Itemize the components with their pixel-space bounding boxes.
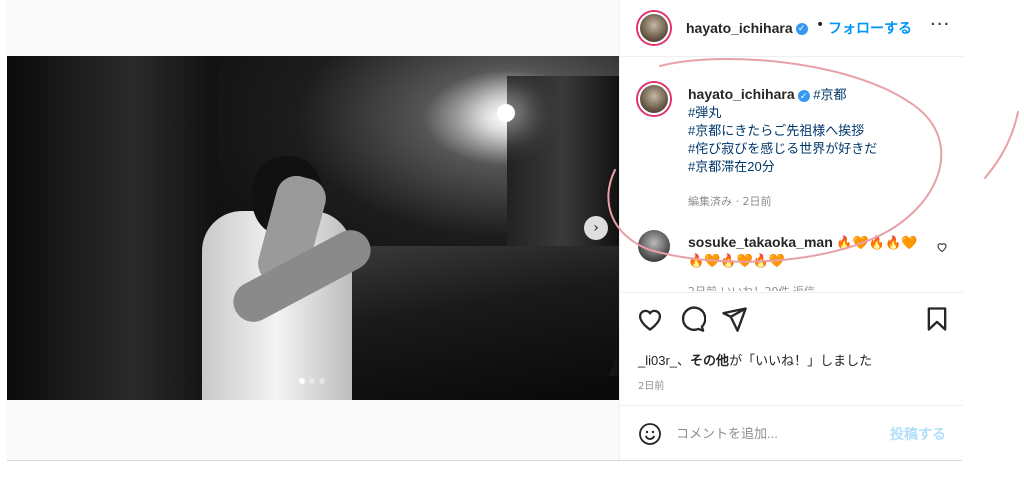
author-username[interactable]: hayato_ichihara (686, 20, 793, 36)
comments-list[interactable]: hayato_ichihara ✓ #京都 #弾丸 #京都にきたらご先祖様へ挨拶 … (620, 57, 963, 291)
post-timestamp[interactable]: 2日前 (638, 377, 664, 392)
action-bar (620, 292, 963, 349)
caption-meta: 編集済み · 2日前 (688, 195, 772, 208)
likes-suffix: が「いいね！」しました (729, 353, 873, 368)
comment-input[interactable] (676, 422, 876, 444)
paper-plane-icon[interactable] (720, 305, 748, 333)
caption-author-avatar[interactable] (638, 83, 670, 115)
commenter-username[interactable]: sosuke_takaoka_man (688, 234, 833, 250)
hashtag-link[interactable]: #京都にきたらご先祖様へ挨拶 (688, 123, 864, 138)
author-name-group: hayato_ichihara ✓ (686, 18, 808, 37)
hashtag-link[interactable]: #弾丸 (688, 105, 721, 120)
carousel-dot-1 (299, 378, 305, 384)
post-media: › (7, 0, 619, 460)
header-separator: • (816, 17, 825, 33)
hashtag-link[interactable]: #侘び寂びを感じる世界が好きだ (688, 141, 877, 156)
caption-username[interactable]: hayato_ichihara (688, 86, 795, 102)
hashtag-link[interactable]: #京都滞在20分 (688, 159, 775, 174)
verified-badge-icon: ✓ (797, 89, 810, 102)
post-sidebar: hayato_ichihara ✓ • フォローする ··· hayato_ich… (619, 0, 963, 460)
heart-icon[interactable] (636, 305, 664, 333)
hashtag-link[interactable]: #京都 (813, 87, 846, 102)
likes-others-link[interactable]: その他 (690, 353, 729, 368)
carousel-dots (299, 378, 325, 384)
caption-text: hayato_ichihara ✓ #京都 #弾丸 #京都にきたらご先祖様へ挨拶 … (688, 85, 948, 176)
verified-badge-icon: ✓ (795, 22, 808, 35)
photo-person (182, 156, 382, 400)
photo-street-lamp (497, 104, 515, 122)
follow-button[interactable]: フォローする (828, 18, 912, 38)
bookmark-icon[interactable] (923, 305, 951, 333)
likes-separator: 、 (677, 353, 691, 368)
commenter-avatar[interactable] (638, 230, 670, 262)
post-dialog: › hayato_ichihara ✓ • フォローする ··· hayato_i… (7, 0, 963, 461)
comment-meta: 2日前 いいね！20件 返信 (688, 283, 815, 291)
post-header: hayato_ichihara ✓ • フォローする ··· (620, 0, 963, 57)
smiley-icon[interactable] (638, 422, 662, 446)
comment-text: sosuke_takaoka_man 🔥🧡🔥🔥🧡🔥🧡🔥🧡🔥🧡 (688, 233, 928, 270)
comment-like-heart-icon[interactable] (936, 241, 948, 253)
carousel-dot-3 (319, 378, 325, 384)
post-comment-button[interactable]: 投稿する (890, 424, 946, 444)
more-options-icon[interactable]: ··· (930, 14, 950, 35)
likes-summary: _li03r_、その他が「いいね！」しました (638, 350, 872, 369)
carousel-dot-2 (309, 378, 315, 384)
author-avatar[interactable] (638, 12, 670, 44)
post-photo[interactable] (7, 56, 619, 400)
liker-username[interactable]: _li03r_ (638, 353, 677, 368)
comment-composer: 投稿する (620, 405, 963, 461)
next-image-button[interactable]: › (584, 216, 608, 240)
comment-bubble-icon[interactable] (678, 305, 706, 333)
